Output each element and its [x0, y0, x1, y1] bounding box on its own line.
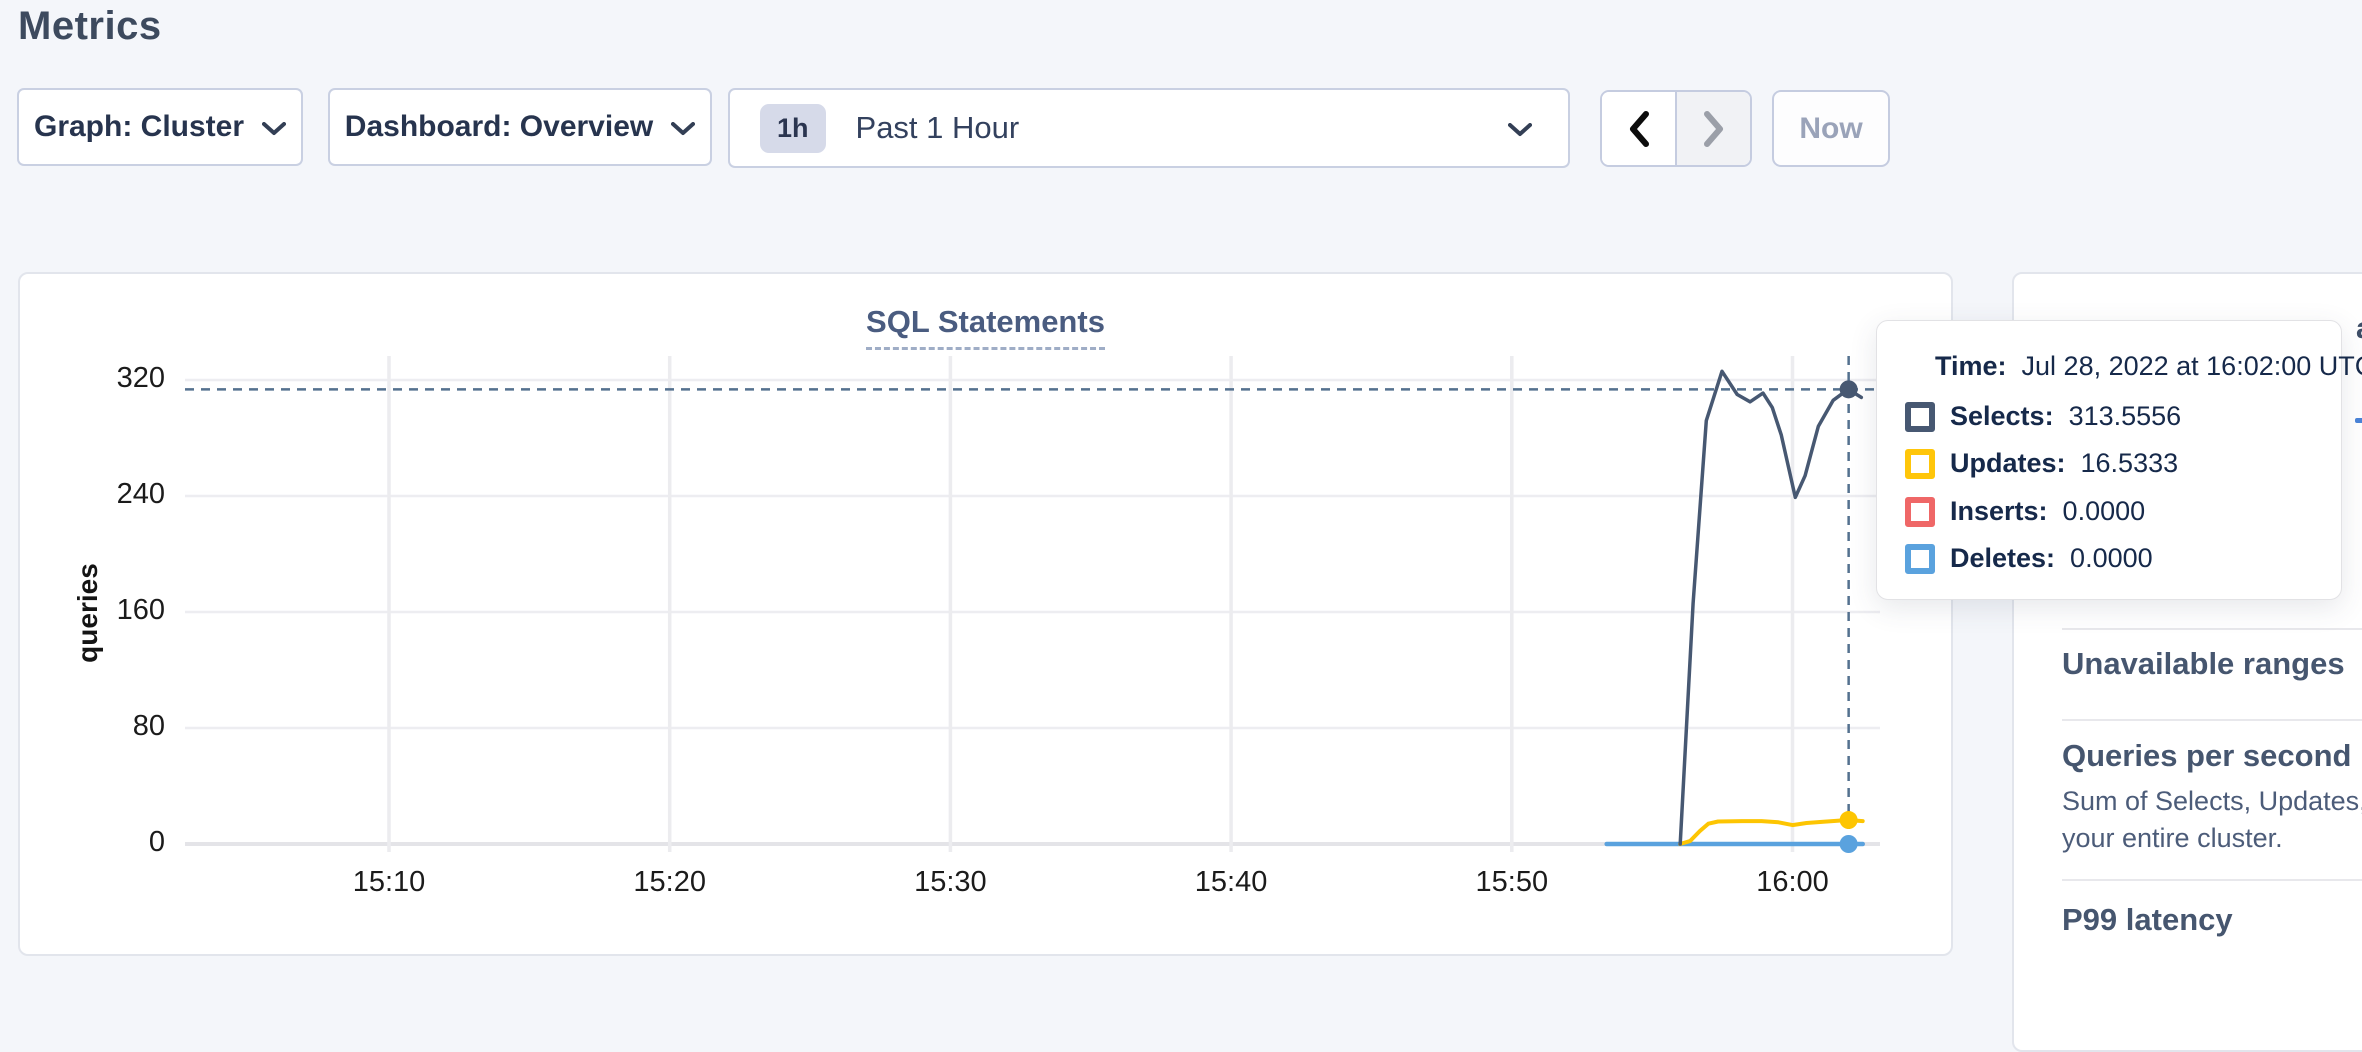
sidebar-item-description-line: your entire cluster.: [2062, 823, 2283, 854]
tooltip-row-inserts: Inserts: 0.0000: [1905, 496, 2145, 527]
tooltip-row-value: 313.5556: [2069, 401, 2182, 432]
y-tick-label: 0: [40, 826, 165, 859]
tooltip-row-deletes: Deletes: 0.0000: [1905, 543, 2153, 574]
tooltip-row-value: 0.0000: [2063, 496, 2146, 527]
tooltip-row-value: 16.5333: [2081, 448, 2179, 479]
divider: [2062, 719, 2362, 721]
inserts-series-swatch-icon: [1905, 497, 1935, 527]
time-range-label: Past 1 Hour: [856, 110, 1020, 146]
dashboard-dropdown-label: Dashboard: Overview: [345, 110, 653, 144]
tooltip-row-label: Selects:: [1950, 401, 2054, 432]
tooltip-row-selects: Selects: 313.5556: [1905, 401, 2181, 432]
metrics-page: { "page": { "title": "Metrics" }, "toolb…: [0, 0, 2362, 966]
chevron-down-icon: [1508, 123, 1532, 137]
y-tick-label: 160: [40, 594, 165, 627]
time-step-button-group: [1600, 90, 1752, 167]
y-tick-label: 80: [40, 710, 165, 743]
tooltip-row-label: Inserts:: [1950, 496, 2048, 527]
chevron-right-icon: [1703, 111, 1725, 147]
tooltip-time-value: Jul 28, 2022 at 16:02:00 UTC: [2022, 351, 2362, 382]
chevron-down-icon: [671, 122, 695, 136]
sidebar-item-description-line: Sum of Selects, Updates, Inser: [2062, 786, 2362, 817]
x-tick-label: 15:50: [1442, 866, 1582, 899]
tooltip-row-updates: Updates: 16.5333: [1905, 448, 2178, 479]
sidebar-item-p99-latency: P99 latency: [2062, 902, 2233, 938]
y-tick-label: 240: [40, 478, 165, 511]
updates-series-swatch-icon: [1905, 449, 1935, 479]
y-tick-label: 320: [40, 362, 165, 395]
chart-plot-area[interactable]: [185, 356, 1880, 852]
now-button[interactable]: Now: [1772, 90, 1890, 167]
chevron-down-icon: [262, 122, 286, 136]
selects-series-swatch-icon: [1905, 402, 1935, 432]
previous-time-window-button[interactable]: [1602, 92, 1677, 165]
tooltip-row-value: 0.0000: [2070, 543, 2153, 574]
clipped-link-fragment: [2355, 418, 2362, 423]
clipped-heading-fragment: a: [2356, 312, 2362, 346]
tooltip-row-label: Deletes:: [1950, 543, 2055, 574]
page-title: Metrics: [18, 4, 162, 49]
chart-title-row: SQL Statements: [18, 304, 1953, 350]
deletes-series-swatch-icon: [1905, 544, 1935, 574]
x-tick-label: 15:20: [600, 866, 740, 899]
tooltip-time-row: Time: Jul 28, 2022 at 16:02:00 UTC: [1935, 351, 2362, 382]
chevron-left-icon: [1628, 111, 1650, 147]
time-range-picker[interactable]: 1h Past 1 Hour: [728, 88, 1570, 168]
x-tick-label: 15:40: [1161, 866, 1301, 899]
chart-hover-tooltip: Time: Jul 28, 2022 at 16:02:00 UTC Selec…: [1876, 320, 2342, 600]
time-range-chip: 1h: [760, 104, 826, 153]
graph-scope-dropdown[interactable]: Graph: Cluster: [17, 88, 303, 166]
divider: [2062, 879, 2362, 881]
sidebar-item-queries-per-second: Queries per second: [2062, 738, 2351, 774]
tooltip-row-label: Updates:: [1950, 448, 2066, 479]
x-tick-label: 15:10: [319, 866, 459, 899]
next-time-window-button[interactable]: [1677, 92, 1750, 165]
divider: [2062, 628, 2362, 630]
graph-scope-dropdown-label: Graph: Cluster: [34, 110, 244, 144]
x-tick-label: 15:30: [880, 866, 1020, 899]
chart-title[interactable]: SQL Statements: [866, 304, 1105, 350]
now-button-label: Now: [1799, 112, 1862, 146]
sidebar-item-unavailable-ranges: Unavailable ranges: [2062, 646, 2345, 682]
dashboard-dropdown[interactable]: Dashboard: Overview: [328, 88, 712, 166]
x-tick-label: 16:00: [1723, 866, 1863, 899]
tooltip-time-label: Time:: [1935, 351, 2007, 382]
